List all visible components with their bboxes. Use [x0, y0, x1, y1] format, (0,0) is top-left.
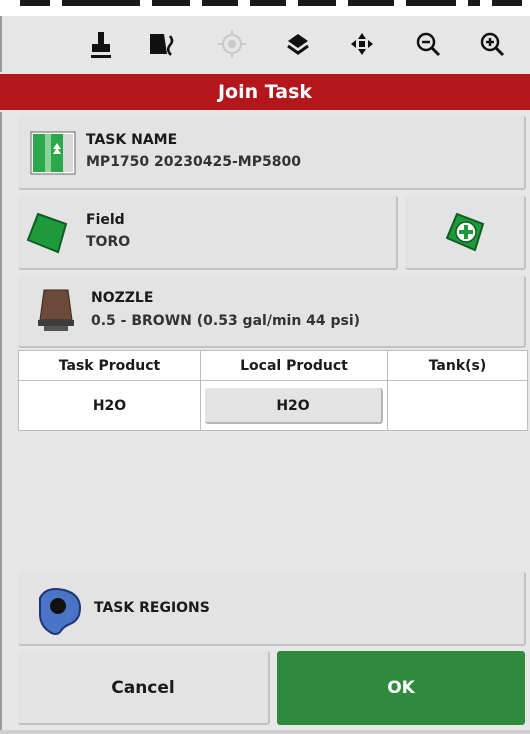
- add-field-icon: [443, 208, 489, 260]
- top-status-strip: [0, 0, 530, 16]
- add-field-button[interactable]: [405, 196, 526, 270]
- task-regions-icon: [34, 584, 84, 640]
- ok-button[interactable]: OK: [277, 651, 525, 725]
- field-value: TORO: [86, 234, 131, 250]
- touch-pointer-icon[interactable]: [81, 24, 121, 64]
- bottom-edge: [0, 730, 530, 734]
- map-toolbar: [0, 16, 530, 72]
- cancel-button[interactable]: Cancel: [18, 651, 270, 725]
- product-table: Task Product Local Product Tank(s) H2O H…: [18, 350, 528, 431]
- zoom-out-icon[interactable]: [408, 24, 448, 64]
- left-border: [0, 112, 2, 734]
- layers-icon[interactable]: [278, 24, 318, 64]
- header-tanks: Tank(s): [388, 351, 527, 381]
- local-product-button[interactable]: H2O: [205, 388, 383, 424]
- nozzle-value: 0.5 - BROWN (0.53 gal/min 44 psi): [91, 313, 361, 329]
- header-task-product: Task Product: [19, 351, 201, 381]
- field-label: Field: [86, 212, 125, 228]
- field-button[interactable]: Field TORO: [18, 196, 398, 270]
- pan-arrows-icon[interactable]: [342, 24, 382, 64]
- task-name-label: TASK NAME: [86, 132, 178, 148]
- gps-target-icon: [212, 24, 252, 64]
- task-name-button[interactable]: TASK NAME MP1750 20230425-MP5800: [18, 116, 526, 190]
- task-icon: [30, 131, 76, 179]
- task-regions-label: TASK REGIONS: [94, 600, 210, 616]
- task-name-value: MP1750 20230425-MP5800: [86, 154, 301, 170]
- tanks-cell[interactable]: [388, 381, 527, 431]
- task-regions-button[interactable]: TASK REGIONS: [18, 572, 526, 646]
- zoom-in-icon[interactable]: [472, 24, 512, 64]
- header-local-product: Local Product: [201, 351, 388, 381]
- field-boundary-icon[interactable]: [141, 24, 181, 64]
- task-product-cell: H2O: [19, 381, 201, 431]
- field-icon: [24, 208, 74, 262]
- nozzle-label: NOZZLE: [91, 290, 154, 306]
- nozzle-icon: [34, 288, 78, 338]
- dialog-title: Join Task: [0, 74, 530, 110]
- nozzle-button[interactable]: NOZZLE 0.5 - BROWN (0.53 gal/min 44 psi): [18, 276, 526, 348]
